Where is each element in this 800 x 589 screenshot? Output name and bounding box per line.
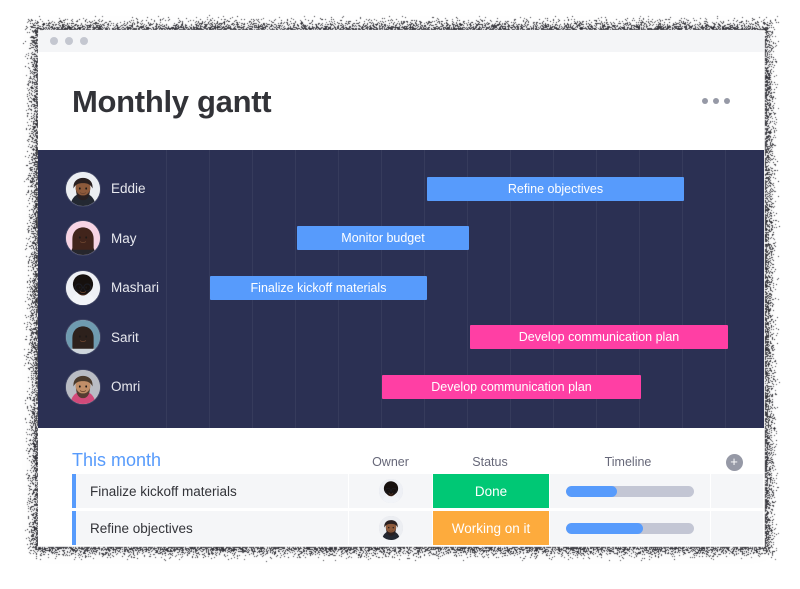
- gantt-person: Mashari: [66, 271, 159, 305]
- progress-track: [566, 486, 694, 497]
- window-title-bar: [38, 30, 764, 52]
- gantt-person-name: Sarit: [111, 330, 139, 345]
- avatar-mashari[interactable]: [379, 479, 403, 503]
- gantt-rows: Eddie Refine objectives May Monitor budget…: [38, 150, 764, 412]
- column-header-timeline[interactable]: Timeline: [548, 456, 708, 475]
- cell-tail: [711, 511, 763, 545]
- avatar-sarit[interactable]: [66, 320, 100, 354]
- gantt-person-name: May: [111, 231, 137, 246]
- gantt-task-bar[interactable]: Finalize kickoff materials: [210, 276, 427, 300]
- avatar-mashari[interactable]: [66, 271, 100, 305]
- gantt-person: May: [66, 221, 137, 255]
- gantt-person: Omri: [66, 370, 140, 404]
- page-title: Monthly gantt: [72, 86, 271, 117]
- progress-fill: [566, 486, 617, 497]
- board-header: Monthly gantt: [38, 52, 764, 150]
- gantt-task-bar[interactable]: Refine objectives: [427, 177, 684, 201]
- avatar-eddie[interactable]: [66, 172, 100, 206]
- cell-timeline[interactable]: [550, 511, 711, 545]
- status-badge[interactable]: Done: [433, 474, 550, 508]
- traffic-light-dot-1[interactable]: [50, 37, 58, 45]
- status-badge[interactable]: Working on it: [433, 511, 550, 545]
- traffic-light-dot-2[interactable]: [65, 37, 73, 45]
- gantt-row: Sarit Develop communication plan: [38, 313, 764, 363]
- traffic-light-dot-3[interactable]: [80, 37, 88, 45]
- cell-task-name[interactable]: Finalize kickoff materials: [76, 474, 349, 508]
- gantt-row: Mashari Finalize kickoff materials: [38, 263, 764, 313]
- gantt-task-bar[interactable]: Develop communication plan: [470, 325, 728, 349]
- gantt-person-name: Mashari: [111, 280, 159, 295]
- progress-fill: [566, 523, 643, 534]
- kebab-dot-3: [724, 98, 730, 104]
- add-column-cell: +: [708, 454, 760, 474]
- cell-timeline[interactable]: [550, 474, 711, 508]
- gantt-task-bar[interactable]: Develop communication plan: [382, 375, 641, 399]
- avatar-eddie[interactable]: [379, 516, 403, 540]
- column-header-status[interactable]: Status: [432, 456, 548, 475]
- cell-owner[interactable]: [349, 511, 433, 545]
- gantt-row: May Monitor budget: [38, 214, 764, 264]
- gantt-task-bar[interactable]: Monitor budget: [297, 226, 469, 250]
- add-column-button[interactable]: +: [726, 454, 743, 471]
- gantt-person: Eddie: [66, 172, 146, 206]
- kebab-menu-icon[interactable]: [702, 98, 730, 104]
- gantt-chart: Eddie Refine objectives May Monitor budget…: [38, 150, 764, 428]
- kebab-dot-1: [702, 98, 708, 104]
- gantt-person-name: Omri: [111, 379, 140, 394]
- column-header-owner[interactable]: Owner: [349, 456, 432, 475]
- cell-tail: [711, 474, 763, 508]
- gantt-person: Sarit: [66, 320, 139, 354]
- table-row[interactable]: Finalize kickoff materials Done: [38, 474, 764, 508]
- browser-window-card: Monthly gantt Eddie Refine objectives May…: [38, 30, 764, 546]
- avatar-omri[interactable]: [66, 370, 100, 404]
- board-row-list: Finalize kickoff materials Done Refine ob…: [38, 474, 764, 545]
- gantt-row: Omri Develop communication plan: [38, 362, 764, 412]
- kebab-dot-2: [713, 98, 719, 104]
- board-table: This month Owner Status Timeline + Final…: [38, 428, 764, 546]
- gantt-row: Eddie Refine objectives: [38, 164, 764, 214]
- cell-owner[interactable]: [349, 474, 433, 508]
- avatar-may[interactable]: [66, 221, 100, 255]
- progress-track: [566, 523, 694, 534]
- group-title[interactable]: This month: [72, 451, 349, 474]
- table-row[interactable]: Refine objectives Working on it: [38, 511, 764, 545]
- gantt-person-name: Eddie: [111, 181, 146, 196]
- board-table-header: This month Owner Status Timeline +: [38, 428, 764, 474]
- cell-task-name[interactable]: Refine objectives: [76, 511, 349, 545]
